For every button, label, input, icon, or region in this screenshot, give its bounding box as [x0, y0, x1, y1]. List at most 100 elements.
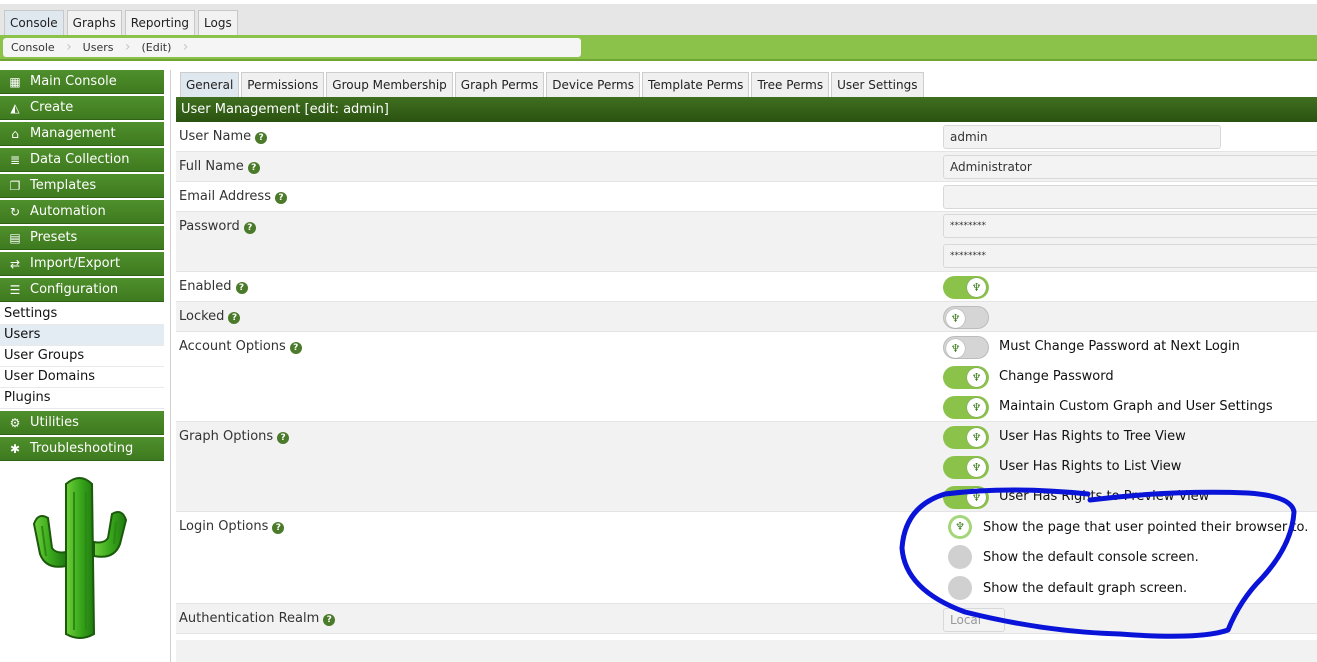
- full-name-label: Full Name?: [179, 159, 260, 174]
- list-view-label: User Has Rights to List View: [999, 459, 1182, 474]
- password-input[interactable]: ********: [943, 214, 1317, 238]
- sidebar-subitem-settings[interactable]: Settings: [0, 304, 164, 325]
- cactus-logo: [32, 477, 128, 639]
- help-icon[interactable]: ?: [323, 614, 336, 626]
- help-icon[interactable]: ?: [289, 342, 302, 354]
- tab-device-perms[interactable]: Device Perms: [546, 72, 640, 97]
- login-option-graph-radio[interactable]: [948, 576, 972, 600]
- cactus-icon: ♆: [967, 428, 986, 447]
- list-view-toggle[interactable]: ♆: [943, 456, 989, 479]
- sidebar-item-utilities[interactable]: ⚙ Utilities: [0, 411, 164, 435]
- archive-icon: ▤: [9, 230, 21, 245]
- cactus-icon: ♆: [967, 458, 986, 477]
- tab-reporting[interactable]: Reporting: [124, 10, 196, 36]
- help-icon[interactable]: ?: [272, 522, 285, 534]
- row-locked: Locked? ♆: [176, 302, 1317, 332]
- home-icon: ⌂: [11, 126, 19, 141]
- content-tabs: General Permissions Group Membership Gra…: [180, 72, 924, 97]
- sidebar-item-create[interactable]: ◭ Create: [0, 96, 164, 120]
- password-label: Password?: [179, 219, 256, 234]
- tab-group-membership[interactable]: Group Membership: [326, 72, 453, 97]
- top-navigation-bar: Console Graphs Reporting Logs: [0, 0, 1317, 36]
- sidebar-item-presets[interactable]: ▤ Presets: [0, 226, 164, 250]
- login-option-pointed-page-radio[interactable]: ♆: [948, 515, 972, 539]
- help-icon[interactable]: ?: [235, 282, 248, 294]
- cactus-icon: ♆: [967, 398, 986, 417]
- chevron-right-icon: ›: [182, 39, 189, 55]
- tab-general[interactable]: General: [180, 72, 240, 97]
- sidebar-subitem-users[interactable]: Users: [0, 325, 164, 346]
- full-name-input[interactable]: Administrator: [943, 155, 1317, 179]
- tab-graph-perms[interactable]: Graph Perms: [454, 72, 545, 97]
- help-icon[interactable]: ?: [243, 222, 256, 234]
- breadcrumb-console[interactable]: Console ›: [11, 39, 72, 55]
- cogs-icon: ⚙: [9, 415, 21, 430]
- login-option-pointed-page-label: Show the page that user pointed their br…: [983, 520, 1309, 535]
- login-option-console-label: Show the default console screen.: [983, 550, 1199, 565]
- sidebar-subitem-user-domains[interactable]: User Domains: [0, 367, 164, 388]
- sidebar-item-templates[interactable]: ❐ Templates: [0, 174, 164, 198]
- preview-view-toggle[interactable]: ♆: [943, 486, 989, 509]
- breadcrumb: Console › Users › (Edit) ›: [3, 38, 581, 57]
- row-full-name: Full Name? Administrator: [176, 152, 1317, 182]
- change-password-toggle[interactable]: ♆: [943, 366, 989, 389]
- graph-options-label: Graph Options?: [179, 429, 290, 444]
- sidebar-item-configuration[interactable]: ☰ Configuration: [0, 278, 164, 302]
- help-icon[interactable]: ?: [247, 162, 260, 174]
- account-options-label: Account Options?: [179, 339, 302, 354]
- user-name-input[interactable]: admin: [943, 125, 1221, 149]
- sidebar-item-data-collection[interactable]: ≣ Data Collection: [0, 148, 164, 172]
- row-user-name: User Name? admin: [176, 122, 1317, 152]
- must-change-password-toggle[interactable]: ♆: [943, 336, 989, 359]
- login-option-graph-label: Show the default graph screen.: [983, 581, 1188, 596]
- row-account-options: Account Options? ♆ Must Change Password …: [176, 332, 1317, 422]
- tree-view-toggle[interactable]: ♆: [943, 426, 989, 449]
- enabled-toggle[interactable]: ♆: [943, 276, 989, 299]
- cactus-icon: ♆: [951, 518, 969, 536]
- authentication-realm-select[interactable]: Local: [943, 608, 1005, 632]
- tree-view-label: User Has Rights to Tree View: [999, 429, 1186, 444]
- sidebar-item-management[interactable]: ⌂ Management: [0, 122, 164, 146]
- tab-template-perms[interactable]: Template Perms: [642, 72, 750, 97]
- top-tabs: Console Graphs Reporting Logs: [4, 10, 238, 36]
- help-icon[interactable]: ?: [255, 132, 268, 144]
- sidebar-item-import-export[interactable]: ⇄ Import/Export: [0, 252, 164, 276]
- help-icon[interactable]: ?: [228, 312, 241, 324]
- help-icon[interactable]: ?: [277, 432, 290, 444]
- tab-tree-perms[interactable]: Tree Perms: [751, 72, 830, 97]
- sidebar-subitem-plugins[interactable]: Plugins: [0, 388, 164, 409]
- login-options-label: Login Options?: [179, 519, 285, 534]
- maintain-custom-settings-label: Maintain Custom Graph and User Settings: [999, 399, 1273, 414]
- email-input[interactable]: [943, 185, 1317, 209]
- preview-view-label: User Has Rights to Preview View: [999, 489, 1210, 504]
- help-icon[interactable]: ?: [274, 192, 287, 204]
- breadcrumb-users[interactable]: Users ›: [83, 39, 131, 55]
- password-confirm-input[interactable]: ********: [943, 244, 1317, 268]
- refresh-icon: ↻: [9, 204, 21, 219]
- login-option-console-radio[interactable]: [948, 545, 972, 569]
- sidebar-item-troubleshooting[interactable]: ✱ Troubleshooting: [0, 437, 164, 461]
- sidebar-item-main-console[interactable]: ▦ Main Console: [0, 70, 164, 94]
- cactus-icon: ♆: [967, 368, 986, 387]
- tab-permissions[interactable]: Permissions: [241, 72, 325, 97]
- row-email: Email Address?: [176, 182, 1317, 212]
- row-graph-options: Graph Options? ♆ User Has Rights to Tree…: [176, 422, 1317, 512]
- locked-toggle[interactable]: ♆: [943, 306, 989, 329]
- tab-logs[interactable]: Logs: [198, 10, 238, 36]
- tab-user-settings[interactable]: User Settings: [831, 72, 924, 97]
- exchange-icon: ⇄: [9, 256, 21, 271]
- cactus-icon: ♆: [946, 309, 965, 328]
- sidebar: ▦ Main Console ◭ Create ⌂ Management ≣ Data …: [0, 70, 171, 662]
- maintain-custom-settings-toggle[interactable]: ♆: [943, 396, 989, 419]
- cactus-icon: ♆: [946, 339, 965, 358]
- sidebar-subitem-user-groups[interactable]: User Groups: [0, 346, 164, 367]
- row-authentication-realm: Authentication Realm? Local: [176, 604, 1317, 634]
- sidebar-item-automation[interactable]: ↻ Automation: [0, 200, 164, 224]
- change-password-label: Change Password: [999, 369, 1114, 384]
- user-name-label: User Name?: [179, 129, 268, 144]
- database-icon: ≣: [9, 152, 21, 167]
- map-icon: ▦: [9, 74, 21, 89]
- tab-graphs[interactable]: Graphs: [66, 10, 122, 36]
- chevron-right-icon: ›: [66, 39, 72, 55]
- tab-console[interactable]: Console: [4, 10, 64, 36]
